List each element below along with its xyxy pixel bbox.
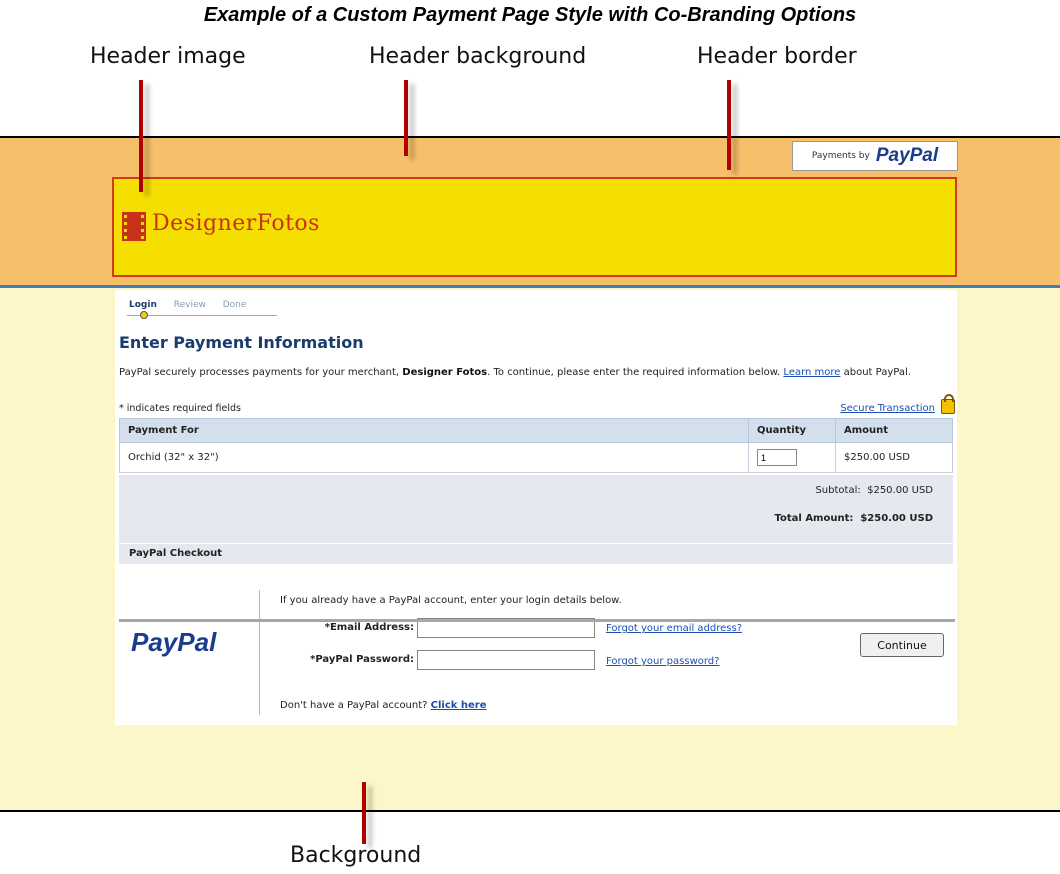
- click-here-link[interactable]: Click here: [431, 700, 487, 711]
- film-strip-icon: [122, 212, 146, 241]
- header-image: DesignerFotos: [112, 177, 957, 277]
- header-divider: [0, 285, 1060, 288]
- figure-title: Example of a Custom Payment Page Style w…: [203, 4, 857, 26]
- intro-text: PayPal securely processes payments for y…: [119, 367, 911, 378]
- progress-marker: [140, 311, 148, 319]
- learn-more-link[interactable]: Learn more: [783, 367, 840, 378]
- totals-block: Subtotal: $250.00 USD Total Amount: $250…: [119, 475, 953, 543]
- paypal-logo: PayPal: [131, 627, 217, 657]
- forgot-email-link[interactable]: Forgot your email address?: [606, 623, 742, 634]
- merchant-name: Designer Fotos: [402, 367, 488, 378]
- step-done: Done: [222, 300, 247, 310]
- pointer-header-background: [404, 80, 408, 156]
- forgot-password-link[interactable]: Forgot your password?: [606, 656, 719, 667]
- pointer-header-border: [727, 80, 731, 170]
- pointer-header-image: [139, 80, 143, 192]
- item-amount: $250.00 USD: [835, 442, 953, 473]
- callout-header-background: Header background: [369, 44, 587, 69]
- lock-icon: [941, 394, 955, 414]
- total-row: Total Amount: $250.00 USD: [774, 513, 933, 524]
- checkout-heading: PayPal Checkout: [119, 544, 953, 564]
- checkout-intro: If you already have a PayPal account, en…: [280, 595, 622, 606]
- page-title: Enter Payment Information: [119, 333, 364, 352]
- quantity-cell: [748, 442, 836, 473]
- no-account-text: Don't have a PayPal account? Click here: [280, 700, 487, 711]
- quantity-input[interactable]: [757, 449, 797, 466]
- header-background: Payments by PayPal DesignerFotos: [0, 138, 1060, 285]
- step-review: Review: [173, 300, 206, 310]
- password-label: *PayPal Password:: [310, 654, 414, 665]
- divider: [259, 590, 260, 715]
- secure-transaction-link[interactable]: Secure Transaction: [840, 403, 935, 414]
- item-name: Orchid (32" x 32"): [119, 442, 749, 473]
- step-login: Login: [129, 300, 157, 310]
- callout-background: Background: [290, 843, 422, 868]
- footer-rule: [119, 619, 955, 622]
- callout-header-border: Header border: [697, 44, 857, 69]
- password-field[interactable]: [417, 650, 595, 670]
- col-payment-for: Payment For: [119, 418, 749, 443]
- merchant-logo-text: DesignerFotos: [152, 211, 320, 236]
- callout-header-image: Header image: [90, 44, 246, 69]
- payment-content: Login Review Done Enter Payment Informat…: [115, 290, 957, 725]
- table-row: Orchid (32" x 32") $250.00 USD: [119, 442, 953, 473]
- payment-page: Payments by PayPal DesignerFotos Login R…: [0, 136, 1060, 812]
- continue-button[interactable]: Continue: [860, 633, 944, 657]
- required-note: * indicates required fields: [119, 403, 241, 414]
- progress-line: [127, 315, 277, 316]
- progress-steps: Login Review Done: [129, 300, 260, 310]
- subtotal-row: Subtotal: $250.00 USD: [815, 485, 933, 496]
- payments-by-paypal-badge: Payments by PayPal: [792, 141, 958, 171]
- col-quantity: Quantity: [748, 418, 836, 443]
- pointer-background: [362, 782, 366, 844]
- order-table: Payment For Quantity Amount Orchid (32" …: [119, 418, 953, 473]
- col-amount: Amount: [835, 418, 953, 443]
- paypal-badge-logo: PayPal: [875, 145, 939, 166]
- payments-by-label: Payments by: [811, 151, 870, 161]
- email-label: *Email Address:: [324, 622, 414, 633]
